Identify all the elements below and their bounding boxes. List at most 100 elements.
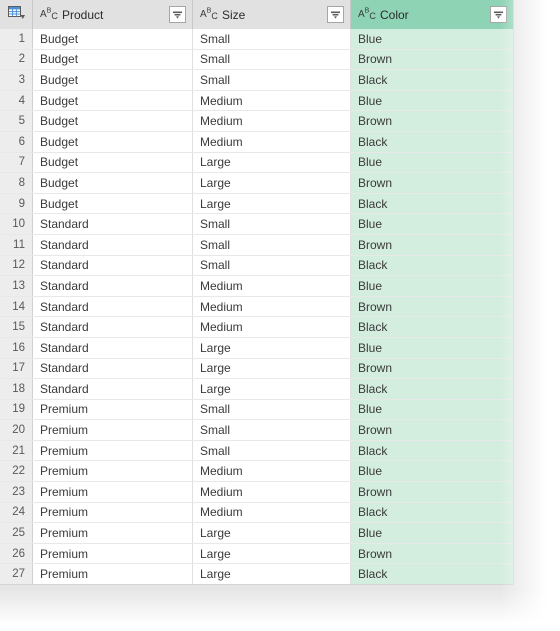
table-row[interactable]: 26 Premium Large Brown xyxy=(0,543,513,565)
cell-color[interactable]: Blue xyxy=(351,90,513,111)
row-number[interactable]: 25 xyxy=(0,523,33,543)
cell-color[interactable]: Brown xyxy=(351,111,513,131)
row-number[interactable]: 16 xyxy=(0,337,33,358)
cell-color[interactable]: Black xyxy=(351,255,513,276)
cell-color[interactable]: Brown xyxy=(351,173,513,193)
cell-size[interactable]: Medium xyxy=(193,131,351,152)
cell-product[interactable]: Standard xyxy=(33,337,193,358)
row-number[interactable]: 4 xyxy=(0,90,33,111)
row-number[interactable]: 19 xyxy=(0,399,33,420)
table-row[interactable]: 6 Budget Medium Black xyxy=(0,131,513,153)
cell-size[interactable]: Medium xyxy=(193,111,351,131)
cell-color[interactable]: Black xyxy=(351,379,513,399)
row-number[interactable]: 20 xyxy=(0,420,33,440)
row-number[interactable]: 21 xyxy=(0,440,33,461)
cell-size[interactable]: Small xyxy=(193,70,351,90)
filter-dropdown-button-color[interactable] xyxy=(490,6,507,23)
cell-product[interactable]: Premium xyxy=(33,420,193,440)
table-row[interactable]: 24 Premium Medium Black xyxy=(0,502,513,524)
cell-product[interactable]: Premium xyxy=(33,523,193,543)
row-number[interactable]: 13 xyxy=(0,276,33,296)
row-number[interactable]: 26 xyxy=(0,543,33,564)
cell-size[interactable]: Large xyxy=(193,173,351,193)
cell-size[interactable]: Large xyxy=(193,523,351,543)
row-number[interactable]: 23 xyxy=(0,482,33,502)
cell-color[interactable]: Blue xyxy=(351,152,513,173)
cell-color[interactable]: Black xyxy=(351,564,513,585)
table-row[interactable]: 17 Standard Large Brown xyxy=(0,358,513,380)
cell-product[interactable]: Budget xyxy=(33,90,193,111)
table-corner-button[interactable] xyxy=(0,0,33,29)
table-row[interactable]: 22 Premium Medium Blue xyxy=(0,461,513,483)
cell-product[interactable]: Budget xyxy=(33,173,193,193)
cell-size[interactable]: Medium xyxy=(193,461,351,482)
cell-product[interactable]: Premium xyxy=(33,461,193,482)
cell-color[interactable]: Brown xyxy=(351,296,513,317)
cell-size[interactable]: Medium xyxy=(193,90,351,111)
cell-color[interactable]: Blue xyxy=(351,276,513,296)
cell-size[interactable]: Small xyxy=(193,399,351,420)
row-number[interactable]: 24 xyxy=(0,502,33,523)
cell-size[interactable]: Medium xyxy=(193,502,351,523)
cell-product[interactable]: Budget xyxy=(33,152,193,173)
cell-product[interactable]: Standard xyxy=(33,317,193,337)
table-row[interactable]: 7 Budget Large Blue xyxy=(0,152,513,174)
table-row[interactable]: 18 Standard Large Black xyxy=(0,379,513,400)
cell-size[interactable]: Small xyxy=(193,234,351,255)
table-row[interactable]: 1 Budget Small Blue xyxy=(0,29,513,50)
cell-color[interactable]: Brown xyxy=(351,482,513,502)
column-header-color[interactable]: ABC Color xyxy=(351,0,513,29)
cell-color[interactable]: Blue xyxy=(351,29,513,49)
cell-product[interactable]: Standard xyxy=(33,379,193,399)
cell-product[interactable]: Premium xyxy=(33,564,193,585)
row-number[interactable]: 9 xyxy=(0,193,33,214)
table-row[interactable]: 27 Premium Large Black xyxy=(0,564,513,586)
table-row[interactable]: 8 Budget Large Brown xyxy=(0,173,513,194)
cell-color[interactable]: Brown xyxy=(351,49,513,70)
table-row[interactable]: 4 Budget Medium Blue xyxy=(0,90,513,112)
row-number[interactable]: 15 xyxy=(0,317,33,337)
table-row[interactable]: 25 Premium Large Blue xyxy=(0,523,513,544)
cell-size[interactable]: Small xyxy=(193,440,351,461)
cell-product[interactable]: Premium xyxy=(33,543,193,564)
cell-size[interactable]: Large xyxy=(193,152,351,173)
cell-product[interactable]: Budget xyxy=(33,131,193,152)
cell-size[interactable]: Small xyxy=(193,255,351,276)
cell-color[interactable]: Blue xyxy=(351,337,513,358)
column-header-size[interactable]: ABC Size xyxy=(193,0,351,29)
table-row[interactable]: 11 Standard Small Brown xyxy=(0,234,513,256)
row-number[interactable]: 17 xyxy=(0,358,33,379)
table-row[interactable]: 13 Standard Medium Blue xyxy=(0,276,513,297)
cell-color[interactable]: Blue xyxy=(351,523,513,543)
cell-size[interactable]: Large xyxy=(193,358,351,379)
cell-product[interactable]: Premium xyxy=(33,440,193,461)
cell-product[interactable]: Premium xyxy=(33,482,193,502)
row-number[interactable]: 6 xyxy=(0,131,33,152)
cell-color[interactable]: Brown xyxy=(351,358,513,379)
cell-size[interactable]: Small xyxy=(193,214,351,234)
cell-size[interactable]: Medium xyxy=(193,317,351,337)
table-row[interactable]: 12 Standard Small Black xyxy=(0,255,513,277)
cell-size[interactable]: Small xyxy=(193,420,351,440)
row-number[interactable]: 27 xyxy=(0,564,33,585)
cell-product[interactable]: Budget xyxy=(33,29,193,49)
row-number[interactable]: 14 xyxy=(0,296,33,317)
row-number[interactable]: 18 xyxy=(0,379,33,399)
table-row[interactable]: 19 Premium Small Blue xyxy=(0,399,513,421)
cell-color[interactable]: Black xyxy=(351,193,513,214)
cell-color[interactable]: Black xyxy=(351,502,513,523)
column-header-product[interactable]: ABC Product xyxy=(33,0,193,29)
cell-color[interactable]: Brown xyxy=(351,234,513,255)
cell-product[interactable]: Budget xyxy=(33,70,193,90)
cell-size[interactable]: Large xyxy=(193,543,351,564)
table-row[interactable]: 14 Standard Medium Brown xyxy=(0,296,513,318)
cell-size[interactable]: Small xyxy=(193,29,351,49)
cell-color[interactable]: Black xyxy=(351,131,513,152)
table-row[interactable]: 10 Standard Small Blue xyxy=(0,214,513,235)
cell-product[interactable]: Standard xyxy=(33,358,193,379)
row-number[interactable]: 2 xyxy=(0,49,33,70)
row-number[interactable]: 12 xyxy=(0,255,33,276)
row-number[interactable]: 1 xyxy=(0,29,33,49)
table-row[interactable]: 3 Budget Small Black xyxy=(0,70,513,91)
cell-product[interactable]: Standard xyxy=(33,296,193,317)
